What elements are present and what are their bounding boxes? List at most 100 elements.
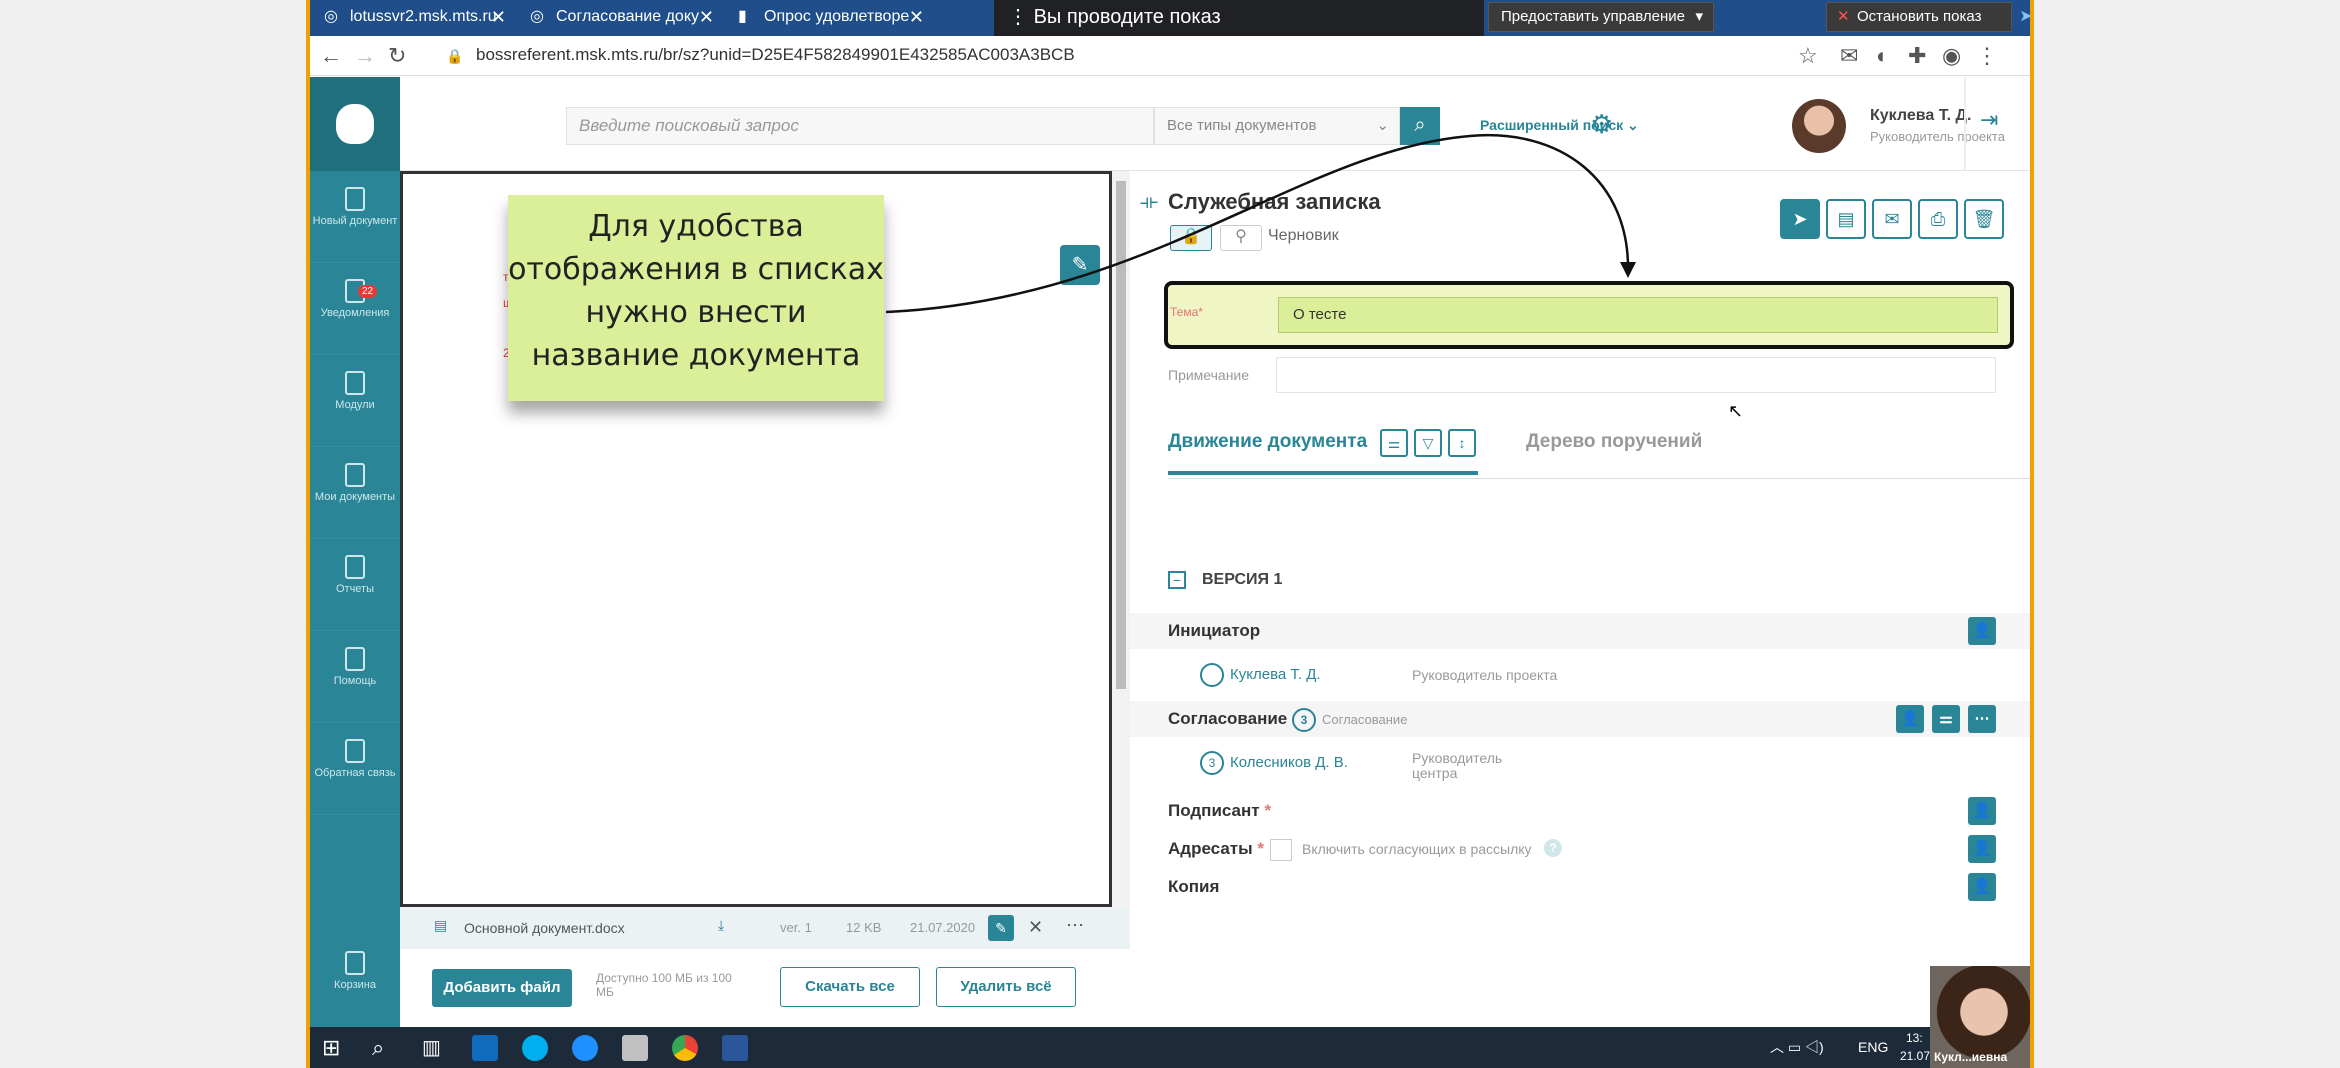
extension-icon[interactable]: ◐ [1876, 43, 1889, 69]
send-button[interactable]: ➤ [1780, 199, 1820, 239]
browser-tab[interactable]: ◎ Согласование доку ✕ [516, 2, 722, 34]
scroll-thumb[interactable] [1116, 181, 1126, 689]
sidebar-item-my-documents[interactable]: Мои документы [310, 447, 400, 539]
tab-tree[interactable]: Дерево поручений [1526, 431, 1702, 453]
clock-time: 13: [1906, 1031, 1923, 1045]
windows-start-icon[interactable]: ⊞ [322, 1035, 340, 1061]
cursor-icon: ↖ [1728, 401, 1744, 421]
app-logo[interactable] [310, 77, 400, 171]
scrollbar[interactable] [1112, 171, 1130, 907]
outlook-icon[interactable] [472, 1035, 498, 1061]
settings-icon[interactable]: ⚌ [1932, 705, 1960, 733]
close-icon[interactable]: ✕ [909, 2, 924, 32]
note-label: Примечание [1168, 367, 1250, 383]
expand-icon[interactable]: ↕ [1448, 429, 1476, 457]
collapse-icon[interactable]: − [1168, 571, 1186, 589]
lock-icon[interactable]: 🔒 [1170, 225, 1212, 251]
language-indicator[interactable]: ENG [1858, 1039, 1888, 1055]
link-icon[interactable]: ⚲ [1220, 225, 1262, 251]
delete-all-button[interactable]: Удалить всё [936, 967, 1076, 1007]
sidebar-item-new-document[interactable]: Новый документ [310, 171, 400, 263]
close-icon[interactable]: ✕ [699, 2, 714, 32]
delete-button[interactable]: 🗑 [1964, 199, 2004, 239]
skype-icon[interactable] [522, 1035, 548, 1061]
advanced-search-link[interactable]: Расширенный поиск ⌄ [1480, 117, 1639, 134]
person-icon[interactable]: 👤 [1968, 797, 1996, 825]
file-size: 12 KB [846, 920, 882, 935]
filter-icon[interactable]: ▽ [1414, 429, 1442, 457]
search-icon: ⌕ [1414, 114, 1426, 136]
person-icon[interactable]: 👤 [1968, 617, 1996, 645]
add-doc-button[interactable]: ▤ [1826, 199, 1866, 239]
stop-show-button[interactable]: ✕ Остановить показ [1826, 2, 2012, 32]
reports-icon [345, 555, 365, 579]
pin-icon[interactable]: ➤ [2014, 0, 2030, 36]
back-icon[interactable]: ← [320, 43, 342, 69]
subject-label: Тема* [1170, 305, 1203, 319]
app-icon[interactable] [622, 1035, 648, 1061]
include-checkbox[interactable] [1270, 839, 1292, 861]
download-all-button[interactable]: Скачать все [780, 967, 920, 1007]
person-icon[interactable]: 👤 [1896, 705, 1924, 733]
trash-icon: 🗑 [1972, 209, 1996, 229]
download-icon[interactable]: ⤓ [718, 917, 724, 934]
note-input[interactable] [1276, 357, 1996, 393]
initiator-section: Инициатор 👤 [1130, 613, 2030, 649]
settings-icon[interactable]: ⚌ [1380, 429, 1408, 457]
sidebar-item-feedback[interactable]: Обратная связь [310, 723, 400, 815]
close-icon[interactable]: ✕ [491, 2, 506, 32]
file-name[interactable]: Основной документ.docx [464, 920, 625, 936]
avatar[interactable] [1792, 99, 1846, 153]
logout-icon[interactable]: ⇥ [1980, 107, 1998, 133]
task-view-icon[interactable]: ▥ [422, 1035, 441, 1060]
browser-tab[interactable]: ▮ Опрос удовлетворе ✕ [724, 2, 932, 34]
clock-date: 21.07 [1900, 1049, 1931, 1063]
version-label: ВЕРСИЯ 1 [1202, 571, 1283, 588]
mail-icon[interactable]: ✉ [1840, 43, 1858, 69]
include-label: Включить согласующих в рассылку [1302, 841, 1532, 857]
sidebar-item-help[interactable]: Помощь [310, 631, 400, 723]
initiator-name[interactable]: Куклева Т. Д. [1230, 666, 1321, 683]
search-icon[interactable]: ⌕ [372, 1035, 384, 1061]
tray-icons: ︿ ▭ ◁) [1770, 1039, 1824, 1055]
gear-icon[interactable]: ⚙ [1590, 109, 1613, 140]
modules-icon [345, 371, 365, 395]
ie-icon[interactable] [572, 1035, 598, 1061]
browser-tab[interactable]: ◎ lotussvr2.msk.mts.ru ✕ [310, 2, 514, 34]
more-icon[interactable]: ⋯ [1968, 705, 1996, 733]
profile-icon[interactable]: ◉ [1942, 43, 1961, 69]
give-control-button[interactable]: Предоставить управление ▾ [1488, 2, 1714, 32]
word-icon[interactable] [722, 1035, 748, 1061]
subject-input[interactable]: О тесте [1278, 297, 1998, 333]
print-button[interactable]: ⎙ [1918, 199, 1958, 239]
chrome-icon[interactable] [672, 1035, 698, 1061]
chevron-down-icon: ⌄ [1627, 117, 1639, 133]
edit-icon[interactable]: ✎ [988, 915, 1014, 941]
close-icon[interactable]: ✕ [1028, 917, 1043, 938]
url-field[interactable]: bossreferent.msk.mts.ru/br/sz?unid=D25E4… [476, 45, 1075, 65]
edit-pencil-icon[interactable]: ✎ [1060, 245, 1100, 285]
forward-icon[interactable]: → [354, 43, 376, 69]
person-icon[interactable]: 👤 [1968, 835, 1996, 863]
search-button[interactable]: ⌕ [1400, 107, 1440, 145]
resize-icon[interactable]: ⟛ [1140, 191, 1158, 214]
star-icon[interactable]: ☆ [1798, 43, 1818, 69]
user-name: Куклева Т. Д. [1870, 107, 1972, 124]
person-icon[interactable]: 👤 [1968, 873, 1996, 901]
add-file-button[interactable]: Добавить файл [432, 969, 572, 1007]
send-icon: ➤ [1792, 209, 1808, 229]
info-icon[interactable]: ? [1544, 839, 1562, 857]
search-input[interactable]: Введите поисковый запрос [566, 107, 1154, 145]
feedback-icon [345, 739, 365, 763]
doc-type-select[interactable]: Все типы документов ⌄ [1154, 107, 1400, 145]
email-button[interactable]: ✉ [1872, 199, 1912, 239]
sidebar-item-notifications[interactable]: 22 Уведомления [310, 263, 400, 355]
menu-icon[interactable]: ⋮ [1976, 43, 1998, 69]
approver-name[interactable]: Колесников Д. В. [1230, 754, 1348, 771]
sidebar-item-reports[interactable]: Отчеты [310, 539, 400, 631]
more-icon[interactable]: ⋯ [1066, 915, 1084, 936]
sidebar-item-modules[interactable]: Модули [310, 355, 400, 447]
sidebar-item-trash[interactable]: Корзина [310, 935, 400, 1027]
reload-icon[interactable]: ↻ [388, 43, 406, 69]
puzzle-icon[interactable]: ✚ [1908, 43, 1926, 69]
